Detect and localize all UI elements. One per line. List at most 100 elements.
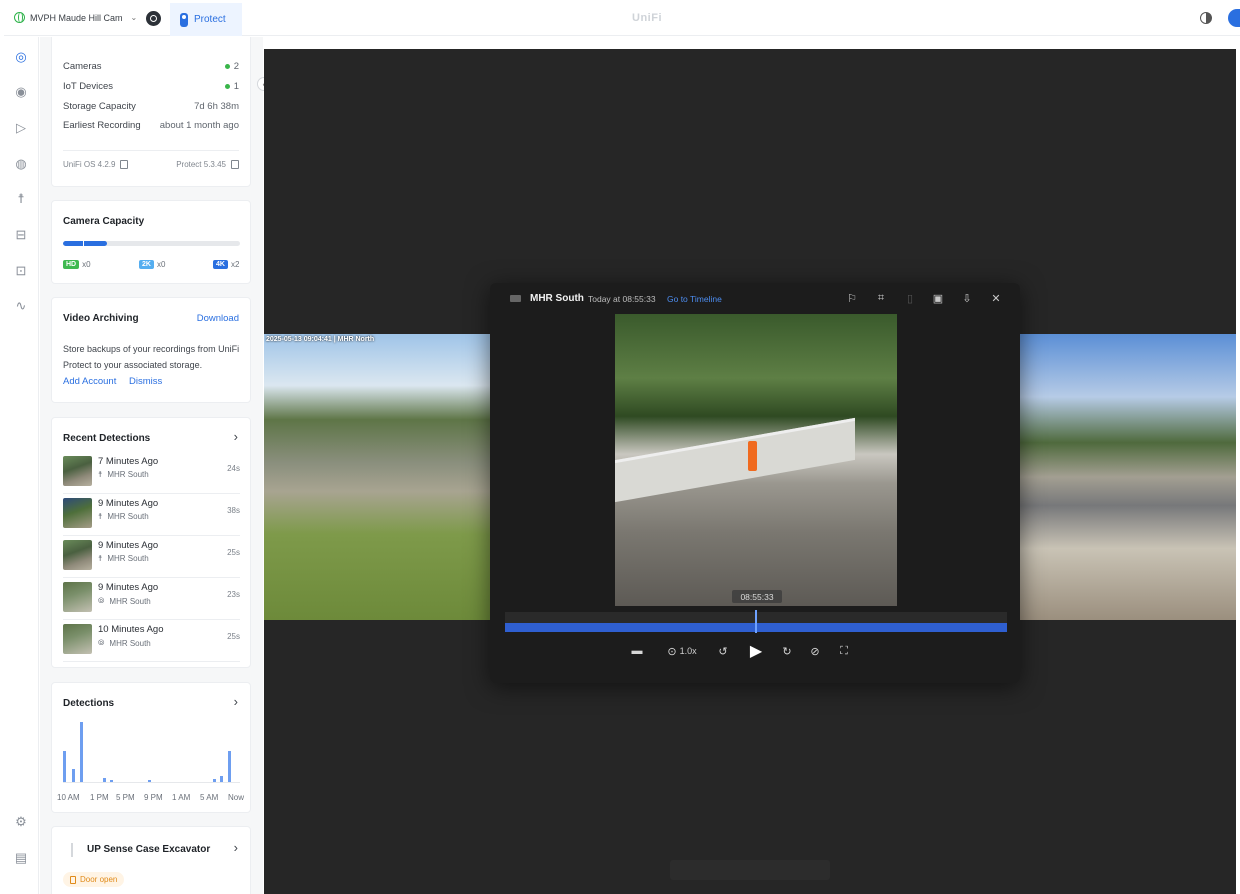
chevron-right-icon[interactable]: › <box>234 429 238 444</box>
histogram-bar <box>63 751 66 782</box>
focus-icon[interactable]: ⌗ <box>874 291 888 305</box>
modal-camera-name: MHR South <box>530 293 584 304</box>
theme-toggle-icon[interactable] <box>1200 12 1212 24</box>
detection-camera: ☨ MHR South <box>98 554 149 563</box>
release-notes-icon <box>231 160 239 169</box>
go-to-timeline-link[interactable]: Go to Timeline <box>667 294 722 304</box>
video-archiving-title: Video Archiving <box>63 313 139 324</box>
res-2k: 2K x0 <box>139 260 165 269</box>
detection-camera: ⦾ MHR South <box>98 596 151 606</box>
protect-version[interactable]: Protect 5.3.45 <box>176 160 239 169</box>
chevron-right-icon[interactable]: › <box>234 840 238 855</box>
list-item[interactable]: 10 Minutes Ago ⦾ MHR South 25s <box>63 620 240 662</box>
detection-duration: 25s <box>227 632 240 641</box>
detection-thumbnail <box>63 624 92 654</box>
speed-button[interactable]: ⊙ 1.0x <box>662 643 702 659</box>
camera-icon[interactable]: ◉ <box>13 84 29 100</box>
histogram-axis-label: 1 PM <box>90 793 109 802</box>
person-icon[interactable]: ☨ <box>13 191 29 207</box>
sensor-card[interactable]: UP Sense Case Excavator › Door open <box>51 826 251 894</box>
flag-icon[interactable]: ⚐ <box>845 291 859 305</box>
histogram-bar <box>110 780 113 782</box>
play-button[interactable]: ▶ <box>748 643 764 660</box>
detection-duration: 24s <box>227 464 240 473</box>
online-dot-icon <box>224 64 230 69</box>
bottom-toolbar <box>670 860 830 880</box>
person-icon: ☨ <box>98 554 103 563</box>
forward-icon[interactable]: ↻ <box>780 643 794 659</box>
playback-video[interactable]: 08:55:33 <box>615 314 897 606</box>
detections-title: Detections <box>63 698 115 709</box>
person-icon: ☨ <box>98 512 103 521</box>
speed-icon: ⊙ <box>667 645 677 658</box>
left-nav: ◎ ◉ ▷ ◍ ☨ ⊟ ⊡ ∿ ⚙ ▤ <box>4 37 39 894</box>
dashboard-icon[interactable]: ◎ <box>13 49 29 65</box>
res-4k: 4K x2 <box>213 260 239 269</box>
clip-icon[interactable]: ▣ <box>931 291 945 305</box>
motion-icon: ⦾ <box>98 596 105 605</box>
door-icon <box>70 875 76 884</box>
camera-feed-right[interactable] <box>1012 334 1236 620</box>
detection-thumbnail <box>63 498 92 528</box>
add-account-link[interactable]: Add Account <box>63 376 116 387</box>
protect-icon <box>180 12 188 27</box>
captions-icon[interactable]: ▬ <box>630 643 644 659</box>
stat-row-storage: Storage Capacity 7d 6h 38m <box>63 101 239 112</box>
fullscreen-icon[interactable]: ⛶ <box>837 643 851 659</box>
clipboard-icon[interactable]: ▤ <box>13 850 29 866</box>
stat-row-earliest: Earliest Recording about 1 month ago <box>63 120 239 131</box>
list-item[interactable]: 9 Minutes Ago ☨ MHR South 38s <box>63 494 240 536</box>
avatar[interactable] <box>1228 9 1240 27</box>
detection-camera: ☨ MHR South <box>98 470 149 479</box>
histogram-axis-label: 5 AM <box>200 793 219 802</box>
playback-modal: MHR South Today at 08:55:33 Go to Timeli… <box>490 283 1020 683</box>
detection-thumbnail <box>63 582 92 612</box>
dismiss-link[interactable]: Dismiss <box>129 376 162 387</box>
detection-time: 10 Minutes Ago <box>98 624 164 635</box>
capacity-bar-fill <box>63 241 108 246</box>
os-version[interactable]: UniFi OS 4.2.9 <box>63 160 129 169</box>
play-icon[interactable]: ▷ <box>13 120 29 136</box>
site-name: MVPH Maude Hill Cam <box>30 12 123 23</box>
download-link[interactable]: Download <box>197 313 239 324</box>
histogram-bar <box>213 779 216 782</box>
detection-thumbnail <box>63 456 92 486</box>
inbox-icon[interactable]: ⊡ <box>13 263 29 279</box>
recent-detections-card: Recent Detections › 7 Minutes Ago ☨ MHR So… <box>51 417 251 668</box>
unifi-os-icon[interactable] <box>146 11 161 26</box>
chevron-right-icon[interactable]: › <box>234 694 238 709</box>
chevron-down-icon: ⌄ <box>130 13 138 22</box>
activity-icon[interactable]: ∿ <box>13 298 29 314</box>
recent-detections-title: Recent Detections <box>63 433 151 444</box>
camera-feed-mhr-north[interactable]: 2025-05-13 09:04:41 | MHR North <box>264 334 500 620</box>
histogram-axis-label: 5 PM <box>116 793 135 802</box>
detections-card: Detections › 10 AM 1 PM 5 PM 9 PM 1 AM 5 AM No… <box>51 682 251 813</box>
map-icon[interactable]: ◍ <box>13 156 29 172</box>
tab-protect[interactable]: Protect <box>170 3 242 36</box>
camera-capacity-title: Camera Capacity <box>63 216 145 227</box>
settings-icon[interactable]: ⚙ <box>13 814 29 830</box>
site-selector[interactable]: MVPH Maude Hill Cam ⌄ <box>14 12 137 23</box>
histogram-bar <box>148 780 151 782</box>
detection-camera: ⦾ MHR South <box>98 638 151 648</box>
brand-logo: UniFi <box>632 12 662 24</box>
list-item[interactable]: 9 Minutes Ago ☨ MHR South 25s <box>63 536 240 578</box>
car-icon[interactable]: ⊟ <box>13 227 29 243</box>
globe-icon <box>14 12 25 23</box>
archiving-description: Store backups of your recordings from Un… <box>63 344 240 370</box>
list-item[interactable]: 9 Minutes Ago ⦾ MHR South 23s <box>63 578 240 620</box>
detection-camera: ☨ MHR South <box>98 512 149 521</box>
close-icon[interactable]: ✕ <box>989 291 1003 305</box>
detection-time: 9 Minutes Ago <box>98 498 159 509</box>
top-bar: MVPH Maude Hill Cam ⌄ Protect UniFi <box>4 3 1240 36</box>
list-item[interactable]: 7 Minutes Ago ☨ MHR South 24s <box>63 452 240 494</box>
stat-row-cameras: Cameras 2 <box>63 61 239 72</box>
rewind-icon[interactable]: ↺ <box>716 643 730 659</box>
timeline-playhead[interactable] <box>755 610 757 633</box>
detections-histogram[interactable] <box>63 721 240 783</box>
capacity-bar <box>63 241 240 246</box>
res-hd: HD x0 <box>63 260 91 269</box>
download-icon[interactable]: ⇩ <box>960 291 974 305</box>
status-badge: Door open <box>63 872 125 887</box>
mute-icon[interactable]: ⊘ <box>808 643 822 659</box>
